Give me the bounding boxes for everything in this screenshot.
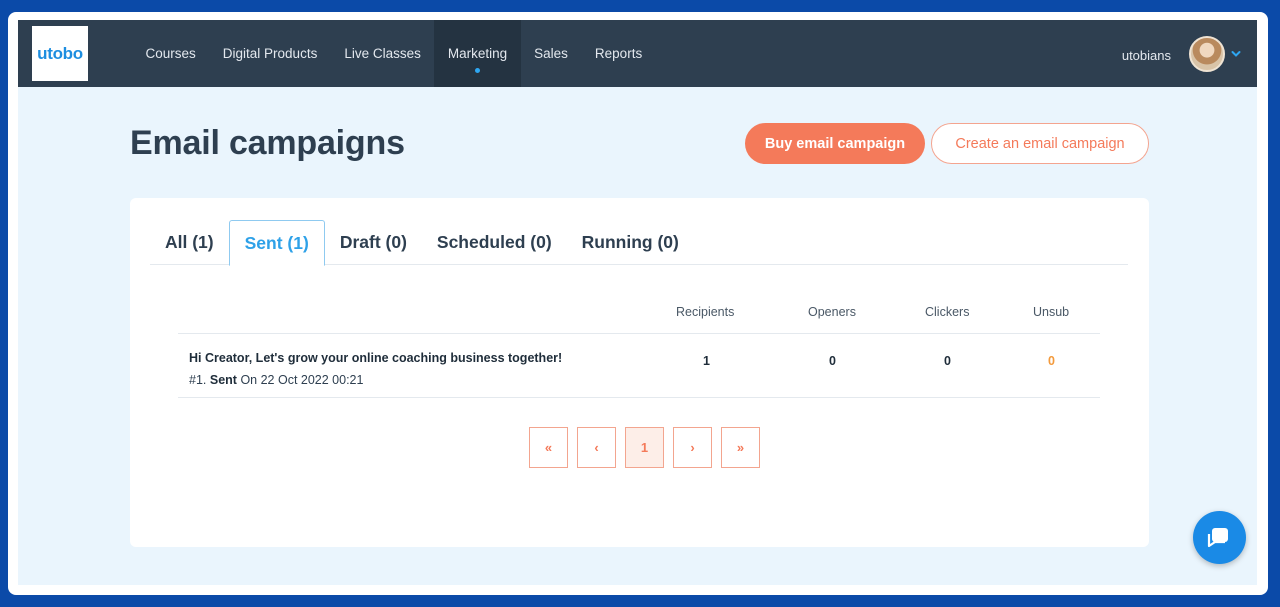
recipients-count: 1 [703,354,710,368]
nav-item-sales[interactable]: Sales [521,20,582,87]
campaigns-card: All (1) Sent (1) Draft (0) Scheduled (0)… [130,198,1149,547]
tab-scheduled[interactable]: Scheduled (0) [422,220,567,265]
tab-draft[interactable]: Draft (0) [325,220,422,265]
tab-sent[interactable]: Sent (1) [228,220,325,266]
buy-email-campaign-button[interactable]: Buy email campaign [745,123,925,164]
pagination-page-1[interactable]: 1 [625,427,664,468]
pagination-next-button[interactable]: › [673,427,712,468]
campaign-subject[interactable]: Hi Creator, Let's grow your online coach… [189,351,562,365]
nav-item-label: Marketing [447,46,508,61]
nav-menu: Courses Digital Products Live Classes Ma… [132,20,656,87]
page-title: Email campaigns [130,124,405,162]
user-menu[interactable]: utobians [1122,20,1241,87]
nav-item-reports[interactable]: Reports [581,20,655,87]
top-navbar: utobo Courses Digital Products Live Clas… [18,20,1257,87]
table-header: Recipients Openers Clickers Unsub [178,292,1100,334]
campaign-tabs: All (1) Sent (1) Draft (0) Scheduled (0)… [150,220,1128,266]
pagination-last-button[interactable]: » [721,427,760,468]
active-indicator-dot [475,68,480,73]
chat-bubble-icon [1207,527,1228,547]
openers-count: 0 [829,354,836,368]
nav-item-courses[interactable]: Courses [132,20,209,87]
chat-widget-button[interactable] [1193,511,1246,564]
nav-item-digital-products[interactable]: Digital Products [209,20,331,87]
create-email-campaign-button[interactable]: Create an email campaign [931,123,1149,164]
campaigns-table: Recipients Openers Clickers Unsub Hi Cre… [178,292,1100,398]
campaign-status: Sent [209,373,237,387]
nav-item-label: Sales [534,46,568,61]
column-header-clickers: Clickers [925,305,970,319]
clickers-count: 0 [944,354,951,368]
nav-item-marketing[interactable]: Marketing [434,20,521,87]
tab-all[interactable]: All (1) [150,220,229,265]
campaign-meta: #1. Sent On 22 Oct 2022 00:21 [189,373,363,387]
nav-item-live-classes[interactable]: Live Classes [331,20,435,87]
table-row[interactable]: Hi Creator, Let's grow your online coach… [178,334,1100,398]
campaign-sent-date: On 22 Oct 2022 00:21 [240,373,364,387]
pagination: « ‹ 1 › » [529,427,769,468]
pagination-prev-button[interactable]: ‹ [577,427,616,468]
nav-item-label: Courses [145,46,196,61]
logo-text: utobo [37,43,83,63]
column-header-unsub: Unsub [1033,305,1070,319]
nav-item-label: Live Classes [344,46,421,61]
nav-item-label: Reports [594,46,643,61]
nav-item-label: Digital Products [222,46,318,61]
username: utobians [1121,48,1171,63]
chevron-down-icon[interactable] [1231,49,1241,59]
avatar[interactable] [1189,35,1225,72]
unsub-count: 0 [1048,354,1055,368]
column-header-openers: Openers [808,305,856,319]
campaign-number: #1. [189,373,207,387]
app-window: utobo Courses Digital Products Live Clas… [18,20,1257,585]
logo[interactable]: utobo [32,26,88,81]
tab-running[interactable]: Running (0) [567,220,694,265]
column-header-recipients: Recipients [676,305,735,319]
pagination-first-button[interactable]: « [529,427,568,468]
